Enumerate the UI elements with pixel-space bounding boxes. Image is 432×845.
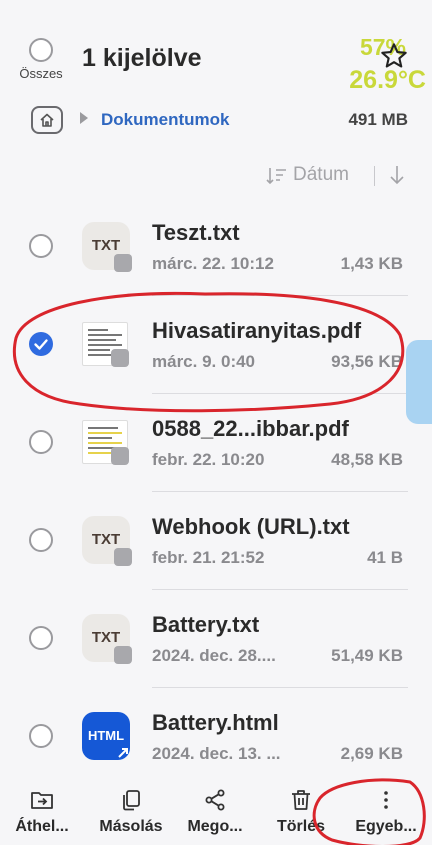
selection-count-title: 1 kijelölve — [82, 44, 202, 72]
item-checkbox[interactable] — [29, 626, 53, 650]
status-overlay: 57% 26.9°C — [338, 32, 432, 102]
move-label: Áthel... — [15, 818, 69, 835]
checkmark-icon — [34, 339, 48, 350]
pdf-thumbnail-icon — [82, 322, 129, 367]
more-options-icon — [384, 791, 388, 809]
delete-label: Törlés — [276, 818, 325, 835]
shortcut-badge-icon — [114, 646, 132, 664]
file-size: 93,56 KB — [331, 352, 403, 371]
file-date: febr. 21. 21:52 — [152, 548, 265, 567]
shortcut-badge-icon — [111, 447, 129, 465]
file-name: Battery.html — [152, 710, 279, 735]
copy-label: Másolás — [99, 818, 163, 835]
sort-divider — [374, 166, 375, 186]
file-size: 41 B — [367, 548, 403, 567]
temperature-readout: 26.9°C — [349, 66, 426, 94]
trash-icon — [292, 790, 310, 810]
share-icon — [205, 789, 225, 811]
move-button[interactable]: Áthel... — [6, 780, 78, 845]
list-item[interactable]: HTML Battery.html 2024. dec. 13. ... 2,6… — [0, 688, 432, 786]
txt-file-icon: TXT — [82, 222, 132, 272]
list-item[interactable]: TXT Battery.txt 2024. dec. 28.... 51,49 … — [0, 590, 432, 688]
file-name: Battery.txt — [152, 612, 260, 637]
breadcrumb-folder[interactable]: Dokumentumok — [101, 110, 229, 130]
shortcut-badge-icon — [114, 548, 132, 566]
html-file-icon: HTML — [82, 712, 130, 760]
txt-file-icon: TXT — [82, 614, 132, 664]
select-all-circle[interactable] — [29, 38, 53, 62]
delete-button[interactable]: Törlés — [268, 780, 334, 845]
share-label: Mego... — [187, 818, 243, 835]
file-name: 0588_22...ibbar.pdf — [152, 416, 349, 441]
file-date: 2024. dec. 28.... — [152, 646, 276, 665]
home-icon — [40, 113, 54, 127]
shortcut-badge-icon — [114, 254, 132, 272]
sort-bar: Dátum — [0, 158, 432, 194]
file-size: 1,43 KB — [340, 254, 403, 273]
more-label: Egyeb... — [355, 818, 417, 835]
sort-by-button[interactable]: Dátum — [293, 164, 349, 186]
share-button[interactable]: Mego... — [178, 780, 252, 845]
copy-button[interactable]: Másolás — [90, 780, 172, 845]
file-name: Teszt.txt — [152, 220, 240, 245]
home-button[interactable] — [31, 106, 63, 134]
item-checkbox[interactable] — [29, 528, 53, 552]
txt-file-icon: TXT — [82, 516, 132, 566]
select-all-label: Összes — [19, 66, 63, 81]
file-size: 2,69 KB — [340, 744, 403, 763]
item-checkbox[interactable] — [29, 430, 53, 454]
folder-size: 491 MB — [348, 110, 408, 129]
list-item[interactable]: TXT Teszt.txt márc. 22. 10:12 1,43 KB — [0, 198, 432, 296]
file-date: febr. 22. 10:20 — [152, 450, 265, 469]
breadcrumb: Dokumentumok 491 MB — [0, 100, 432, 140]
sort-direction-icon[interactable] — [388, 164, 406, 186]
move-icon — [31, 792, 53, 809]
file-date: márc. 22. 10:12 — [152, 254, 274, 273]
more-button[interactable]: Egyeb... — [346, 780, 426, 845]
list-item[interactable]: Hivasatiranyitas.pdf márc. 9. 0:40 93,56… — [0, 296, 432, 394]
copy-icon — [123, 790, 140, 811]
action-bar: Áthel... Másolás Mego... Törlés Egyeb... — [0, 780, 432, 845]
list-item[interactable]: 0588_22...ibbar.pdf febr. 22. 10:20 48,5… — [0, 394, 432, 492]
list-item[interactable]: TXT Webhook (URL).txt febr. 21. 21:52 41… — [0, 492, 432, 590]
sort-order-icon[interactable] — [266, 166, 288, 186]
shortcut-badge-icon — [118, 748, 128, 758]
item-checkbox[interactable] — [29, 234, 53, 258]
pdf-thumbnail-icon — [82, 420, 129, 465]
file-size: 51,49 KB — [331, 646, 403, 665]
scrollbar-handle[interactable] — [406, 340, 432, 424]
item-checkbox[interactable] — [29, 724, 53, 748]
breadcrumb-chevron-icon — [80, 112, 88, 124]
file-date: 2024. dec. 13. ... — [152, 744, 281, 763]
file-size: 48,58 KB — [331, 450, 403, 469]
file-list: TXT Teszt.txt márc. 22. 10:12 1,43 KB Hi… — [0, 198, 432, 786]
header: Összes 1 kijelölve 57% 26.9°C — [0, 0, 432, 100]
file-date: márc. 9. 0:40 — [152, 352, 256, 371]
file-name: Webhook (URL).txt — [152, 514, 350, 539]
shortcut-badge-icon — [111, 349, 129, 367]
file-name: Hivasatiranyitas.pdf — [152, 318, 362, 343]
